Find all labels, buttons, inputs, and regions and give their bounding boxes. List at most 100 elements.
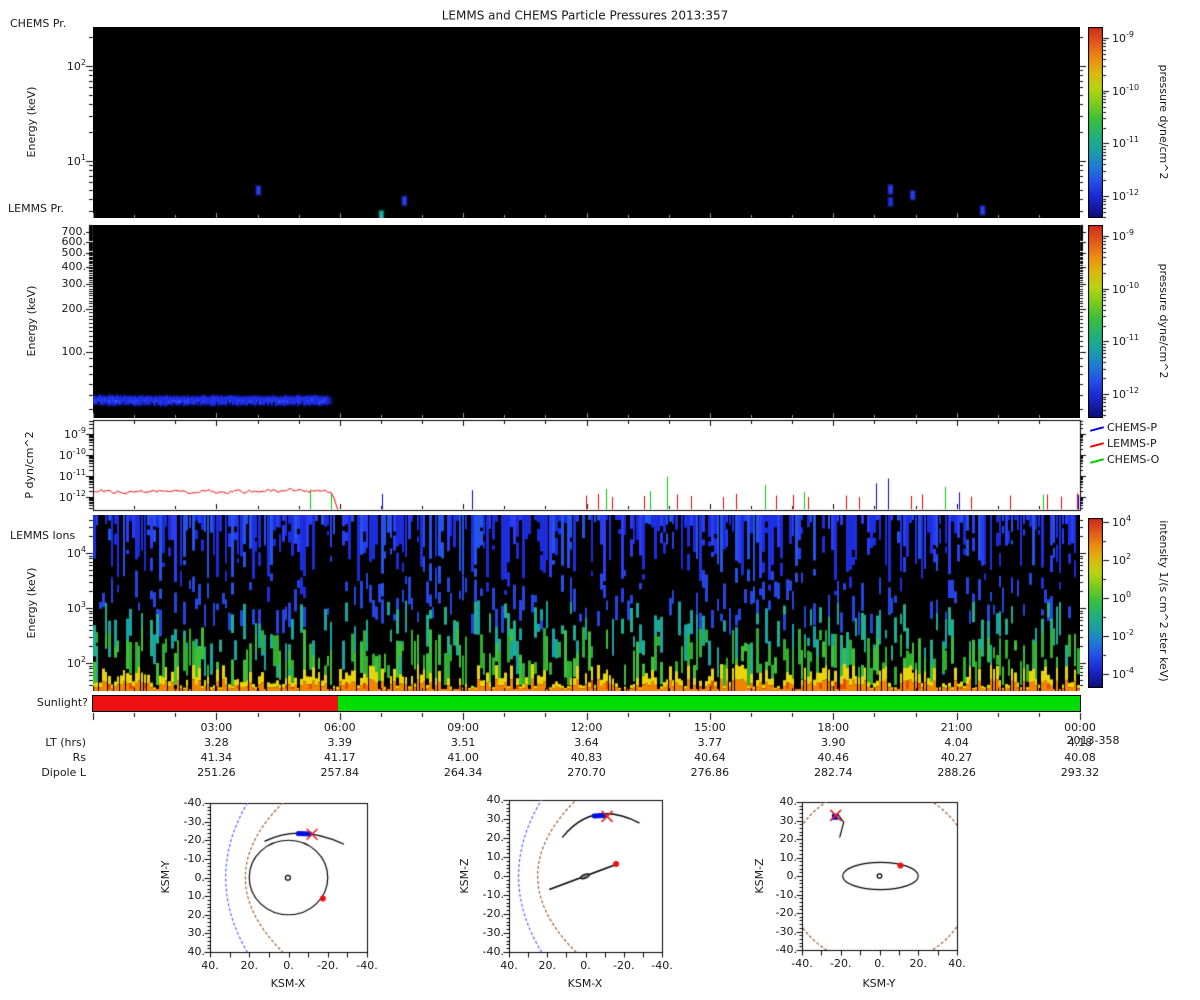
orbit-ytick-label: 10. (187, 889, 206, 903)
orbit-ytick-label: 0. (194, 870, 206, 884)
panel-label-lemms-pressure: LEMMS Pr. (8, 201, 64, 215)
orbit-xtick-label: 0. (580, 959, 591, 972)
orbit-ytick-label: -30. (482, 925, 504, 939)
orbit-xtick-label: 20. (909, 957, 928, 970)
orbit-xtick-label: 0. (874, 957, 885, 970)
cbtick-label-p2: 10-11 (1112, 333, 1140, 349)
ions-spectrogram-canvas (93, 515, 1080, 691)
ephemeris-row-label: Dipole L (41, 765, 86, 779)
time-tick-label: 18:00 (817, 720, 850, 734)
cbtick-label-p1: 10-10 (1112, 82, 1140, 98)
colorbar-title-pressure-1: pressure dyne/cm^2 (1157, 64, 1171, 180)
cbtick-label-ions: 10-4 (1112, 666, 1134, 681)
time-tick-label: 09:00 (447, 720, 479, 734)
cbtick-label-p1: 10-12 (1112, 188, 1140, 203)
time-tick-label: 15:00 (694, 720, 726, 734)
ephemeris-value: 3.64 (574, 735, 599, 749)
orbit-xtick-label: 20. (240, 959, 259, 972)
ytick-label-lemms: 200. (61, 302, 87, 316)
cbtick-label-ions: 10-2 (1112, 628, 1134, 643)
y-axis-title-pressure: P dyn/cm^2 (22, 431, 36, 499)
ephemeris-value: 270.70 (567, 765, 606, 779)
ephemeris-value: 276.86 (690, 765, 730, 779)
orbit-canvas-orbit_xy (200, 793, 377, 962)
orbit-ytick-label: -40. (482, 944, 504, 958)
ytick-label-ions: 104 (66, 545, 86, 560)
orbit-xtick-label: 40. (201, 959, 219, 972)
orbit-ytick-label: -40. (775, 942, 797, 956)
ephemeris-value: 4.18 (1067, 735, 1093, 749)
orbit-xtick-label: -40. (791, 957, 813, 970)
cbtick-label-ions: 100 (1112, 590, 1132, 605)
y-axis-title-chems-energy: Energy (keV) (24, 86, 38, 158)
ephemeris-value: 257.84 (320, 765, 360, 779)
cbtick-label-p1: 10-11 (1112, 135, 1140, 151)
ephemeris-value: 40.64 (694, 750, 726, 764)
orbit-ytick-label: -40. (183, 795, 205, 809)
sunlight-segment-no (93, 696, 338, 711)
ytick-label-lemms: 100. (61, 344, 87, 358)
ytick-label-lemms: 300. (61, 277, 87, 291)
panel-label-sunlight: Sunlight? (36, 695, 88, 709)
ephemeris-value: 3.51 (450, 735, 476, 749)
legend-label: CHEMS-O (1107, 452, 1160, 466)
orbit-xtick-label: -40. (356, 959, 378, 972)
ephemeris-value: 40.27 (940, 750, 973, 764)
ytick-label-lemms: 400. (61, 259, 87, 273)
ytick-label-pressure: 10-12 (58, 489, 86, 504)
orbit-ytick-label: -20. (482, 906, 504, 920)
plot-page: LEMMS and CHEMS Particle Pressures 2013:… (0, 0, 1200, 1000)
legend-label: LEMMS-P (1107, 436, 1157, 450)
time-tick-label: 12:00 (570, 720, 603, 734)
cbtick-label-ions: 104 (1112, 514, 1132, 529)
ephemeris-row-label: LT (hrs) (45, 735, 86, 749)
orbit-xtick-label: 20. (538, 959, 557, 972)
orbit-ytick-label: 30. (187, 926, 206, 940)
ytick-label-chems: 102 (66, 58, 86, 73)
orbit-canvas-orbit_xz (499, 790, 672, 962)
panel-label-lemms-ions: LEMMS Ions (10, 528, 76, 542)
chart-title: LEMMS and CHEMS Particle Pressures 2013:… (441, 8, 729, 23)
ephemeris-value: 3.28 (204, 735, 229, 749)
orbit-ytick-label: 30. (779, 813, 798, 827)
y-axis-title-lemms-energy: Energy (keV) (24, 285, 38, 357)
colorbar-title-intensity: intensity 1/(s cm^2 ster keV) (1157, 520, 1171, 682)
orbit-ytick-label: -30. (775, 924, 797, 938)
ephemeris-value: 3.90 (821, 735, 846, 749)
colorbar-pressure-2 (1088, 225, 1103, 418)
orbit-xtick-label: 40. (948, 957, 966, 970)
chems-spectrogram-canvas (93, 27, 1080, 218)
orbit-ytick-label: 40. (187, 944, 206, 958)
colorbar-pressure-1 (1088, 27, 1103, 218)
ytick-label-lemms: 500. (61, 245, 87, 259)
orbit-ytick-label: 40. (779, 794, 798, 808)
ephemeris-value: 40.46 (817, 750, 850, 764)
time-tick-label: 21:00 (940, 720, 973, 734)
cbtick-label-p2: 10-10 (1112, 280, 1140, 296)
orbit-ytick-label: -20. (183, 833, 205, 847)
ytick-label-pressure: 10-11 (58, 468, 86, 483)
time-tick-label: 03:00 (200, 720, 233, 734)
legend-label: CHEMS-P (1107, 420, 1157, 434)
orbit-xz-x-title: KSM-X (567, 977, 603, 990)
ephemeris-value: 40.08 (1064, 750, 1096, 764)
orbit-ytick-label: -10. (183, 851, 205, 865)
orbit-ytick-label: -10. (775, 887, 797, 901)
ephemeris-value: 41.17 (324, 750, 356, 764)
orbit-xtick-label: 40. (500, 959, 518, 972)
orbit-ytick-label: 20. (779, 831, 798, 845)
time-tick-label: 00:00 (1064, 720, 1096, 734)
ephemeris-value: 293.32 (1060, 765, 1100, 779)
orbit-xtick-label: 0. (283, 959, 294, 972)
time-tick-label: 06:00 (323, 720, 356, 734)
orbit-xtick-label: -20. (613, 959, 635, 972)
orbit-ytick-label: 0. (786, 868, 798, 882)
orbit-canvas-orbit_yz (792, 792, 967, 960)
ytick-label-chems: 101 (66, 153, 86, 168)
orbit-xtick-label: -20. (830, 957, 852, 970)
ephemeris-value: 41.00 (447, 750, 479, 764)
pressure-lineplot-canvas (93, 420, 1080, 510)
lemms-spectrogram-canvas (93, 225, 1080, 418)
orbit-yz-x-title: KSM-Y (862, 977, 896, 990)
cbtick-label-p1: 10-9 (1112, 30, 1134, 45)
